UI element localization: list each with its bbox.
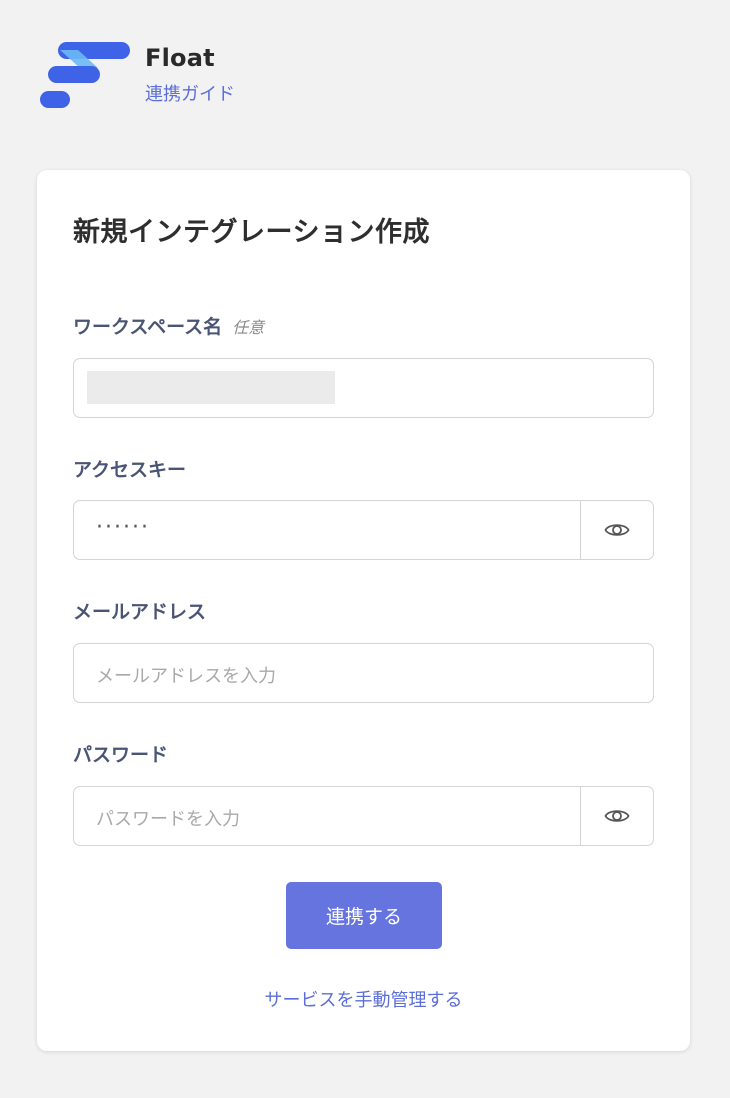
brand-subtitle: 連携ガイド	[145, 84, 235, 105]
access-key-visibility-toggle[interactable]	[580, 501, 653, 559]
manual-manage-link[interactable]: サービスを手動管理する	[37, 986, 690, 1012]
eye-icon	[604, 524, 630, 536]
optional-tag: 任意	[232, 318, 265, 337]
email-placeholder: メールアドレスを入力	[96, 666, 276, 687]
integration-card: 新規インテグレーション作成 ワークスペース名 任意 アクセスキー ······ メ…	[37, 170, 690, 1051]
password-visibility-toggle[interactable]	[580, 787, 653, 845]
password-input[interactable]: パスワードを入力	[73, 786, 654, 846]
email-input[interactable]: メールアドレスを入力	[73, 643, 654, 703]
float-logo-icon	[40, 42, 130, 108]
header: Float 連携ガイド	[40, 40, 440, 110]
page-title: 新規インテグレーション作成	[73, 217, 430, 248]
workspace-label: ワークスペース名 任意	[73, 312, 264, 339]
workspace-input[interactable]	[73, 358, 654, 418]
brand-name: Float	[145, 44, 215, 72]
access-key-value: ······	[96, 515, 150, 540]
password-label: パスワード	[73, 744, 169, 766]
workspace-label-text: ワークスペース名	[73, 316, 223, 338]
access-key-input[interactable]: ······	[73, 500, 654, 560]
connect-button[interactable]: 連携する	[286, 882, 442, 949]
password-placeholder: パスワードを入力	[96, 809, 240, 830]
access-key-label: アクセスキー	[73, 459, 187, 481]
eye-icon	[604, 810, 630, 822]
workspace-input-value	[87, 371, 335, 404]
email-label: メールアドレス	[73, 601, 207, 623]
